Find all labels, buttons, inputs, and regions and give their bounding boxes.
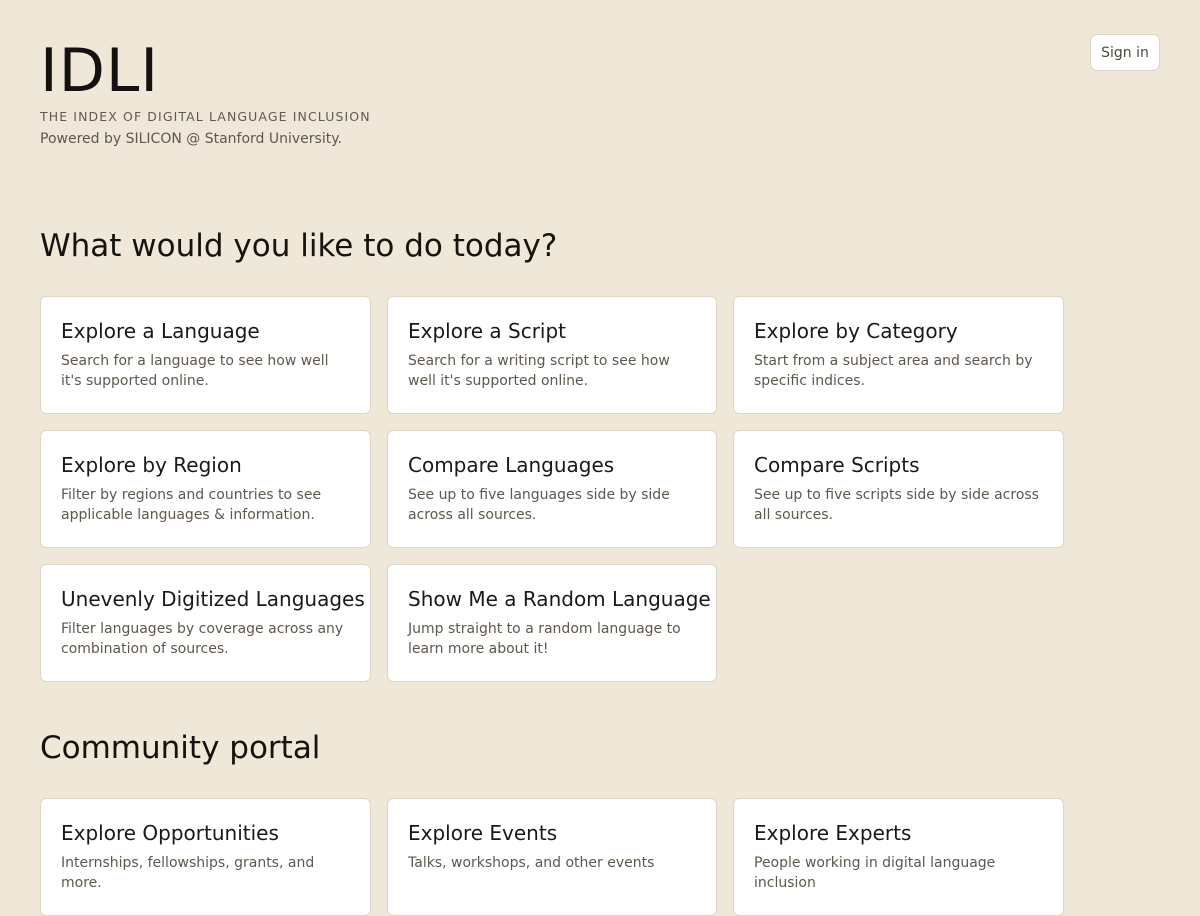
card-description: See up to five scripts side by side acro…: [754, 487, 1039, 523]
card-explore-category[interactable]: Explore by Category Start from a subject…: [733, 296, 1064, 414]
card-title: Explore Opportunities: [61, 821, 279, 845]
card-explore-region[interactable]: Explore by Region Filter by regions and …: [40, 430, 371, 548]
card-description: Filter by regions and countries to see a…: [61, 487, 322, 523]
site-logo[interactable]: IDLI: [40, 36, 371, 106]
card-description: Jump straight to a random language to le…: [408, 621, 681, 657]
card-description: Start from a subject area and search by …: [754, 353, 1033, 389]
community-grid: Explore Opportunities Internships, fello…: [40, 798, 1064, 916]
card-title: Compare Scripts: [754, 453, 920, 477]
sign-in-button[interactable]: Sign in: [1090, 34, 1160, 71]
card-description: Talks, workshops, and other events: [408, 855, 655, 871]
tasks-heading: What would you like to do today?: [40, 228, 558, 264]
card-explore-experts[interactable]: Explore Experts People working in digita…: [733, 798, 1064, 916]
card-explore-events[interactable]: Explore Events Talks, workshops, and oth…: [387, 798, 717, 916]
card-random-language[interactable]: Show Me a Random Language Jump straight …: [387, 564, 717, 682]
community-heading: Community portal: [40, 730, 321, 766]
card-description: Search for a writing script to see how w…: [408, 353, 670, 389]
card-title: Explore by Category: [754, 319, 958, 343]
site-header: IDLI THE INDEX OF DIGITAL LANGUAGE INCLU…: [40, 36, 371, 147]
card-description: See up to five languages side by side ac…: [408, 487, 670, 523]
card-description: Filter languages by coverage across any …: [61, 621, 344, 657]
card-compare-scripts[interactable]: Compare Scripts See up to five scripts s…: [733, 430, 1064, 548]
card-description: Internships, fellowships, grants, and mo…: [61, 855, 315, 891]
card-description: Search for a language to see how well it…: [61, 353, 329, 389]
card-description: People working in digital language inclu…: [754, 855, 996, 891]
card-title: Explore a Language: [61, 319, 260, 343]
card-explore-opportunities[interactable]: Explore Opportunities Internships, fello…: [40, 798, 371, 916]
card-title: Explore Experts: [754, 821, 912, 845]
card-title: Explore by Region: [61, 453, 242, 477]
card-title: Explore a Script: [408, 319, 567, 343]
card-title: Explore Events: [408, 821, 558, 845]
card-title: Compare Languages: [408, 453, 615, 477]
card-explore-script[interactable]: Explore a Script Search for a writing sc…: [387, 296, 717, 414]
site-tagline: THE INDEX OF DIGITAL LANGUAGE INCLUSION: [40, 109, 371, 124]
card-explore-language[interactable]: Explore a Language Search for a language…: [40, 296, 371, 414]
powered-by-text: Powered by SILICON @ Stanford University…: [40, 131, 342, 147]
card-unevenly-digitized[interactable]: Unevenly Digitized Languages Filter lang…: [40, 564, 371, 682]
card-title: Unevenly Digitized Languages: [61, 587, 365, 611]
card-title: Show Me a Random Language: [408, 587, 711, 611]
tasks-grid: Explore a Language Search for a language…: [40, 296, 1064, 682]
card-compare-languages[interactable]: Compare Languages See up to five languag…: [387, 430, 717, 548]
